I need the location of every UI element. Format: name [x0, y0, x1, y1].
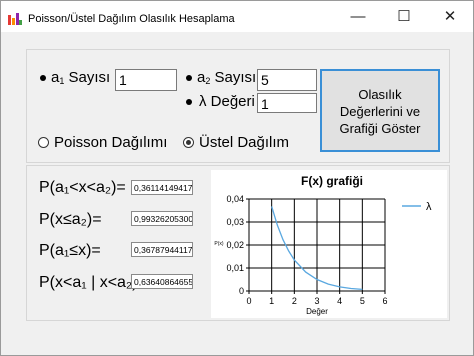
a1-input[interactable]: 1 [115, 69, 177, 91]
a2-input[interactable]: 5 [257, 69, 317, 91]
bullet-icon [186, 99, 192, 105]
a1-label: a1 Sayısı [51, 69, 111, 86]
y-axis-label: P(x) [214, 241, 224, 247]
close-button[interactable]: ✕ [427, 1, 473, 32]
result-value-ge-a1[interactable]: 0,36787944117 [131, 242, 193, 257]
x-tick-label: 3 [314, 296, 319, 306]
calculate-and-plot-button[interactable]: Olasılık Değerlerini ve Grafiği Göster [320, 69, 440, 152]
x-tick-label: 1 [269, 296, 274, 306]
calculate-button-line2: Değerlerini ve [339, 104, 421, 119]
y-tick-label: 0,02 [226, 240, 244, 250]
poisson-radio[interactable] [38, 137, 49, 148]
poisson-radio-label[interactable]: Poisson Dağılımı [54, 134, 167, 151]
legend-label: λ [426, 201, 432, 213]
app-chart-icon [8, 13, 22, 25]
result-value-between[interactable]: 0,36114149417 [131, 180, 193, 195]
result-label-le-a2: P(x≤a₂)= [39, 211, 102, 228]
window-title: Poisson/Üstel Dağılım Olasılık Hesaplama [28, 13, 235, 25]
radio-selected-dot [186, 140, 191, 145]
y-tick-label: 0,01 [226, 263, 244, 273]
exponential-radio-label[interactable]: Üstel Dağılım [199, 134, 289, 151]
cdf-chart-panel: F(x) grafiği 0 1 2 3 4 5 6 0 0,01 0,02 0,03 0,04 Değe… [211, 170, 447, 318]
y-tick-label: 0,04 [226, 194, 244, 204]
x-tick-label: 0 [246, 296, 251, 306]
chart-title: F(x) grafiği [301, 174, 363, 188]
maximize-button[interactable]: ☐ [381, 1, 427, 32]
minimize-button[interactable]: — [335, 1, 381, 32]
calculate-button-line3: Grafiği Göster [339, 121, 421, 136]
bullet-icon [186, 75, 192, 81]
x-axis-label: Değer [306, 307, 328, 316]
result-label-between: P(a₁<x<a₂)= [39, 179, 126, 196]
result-value-le-a2[interactable]: 0,99326205300 [131, 211, 193, 226]
a2-label: a2 Sayısı [197, 69, 257, 86]
lambda-label: λ Değeri [199, 93, 255, 110]
result-value-conditional[interactable]: 0,63640864655 [131, 274, 193, 289]
x-tick-label: 2 [292, 296, 297, 306]
x-tick-label: 4 [337, 296, 342, 306]
app-window: Poisson/Üstel Dağılım Olasılık Hesaplama… [0, 0, 474, 356]
y-tick-label: 0 [239, 286, 244, 296]
calculate-button-line1: Olasılık [358, 87, 402, 102]
lambda-input[interactable]: 1 [257, 93, 317, 113]
y-tick-label: 0,03 [226, 217, 244, 227]
exponential-radio[interactable] [183, 137, 194, 148]
bullet-icon [40, 75, 46, 81]
cdf-chart: F(x) grafiği 0 1 2 3 4 5 6 0 0,01 0,02 0,03 0,04 Değe… [214, 174, 432, 316]
x-tick-label: 5 [360, 296, 365, 306]
x-tick-label: 6 [382, 296, 387, 306]
result-label-ge-a1: P(a₁≤x)= [39, 242, 101, 259]
title-bar[interactable]: Poisson/Üstel Dağılım Olasılık Hesaplama… [1, 1, 473, 32]
